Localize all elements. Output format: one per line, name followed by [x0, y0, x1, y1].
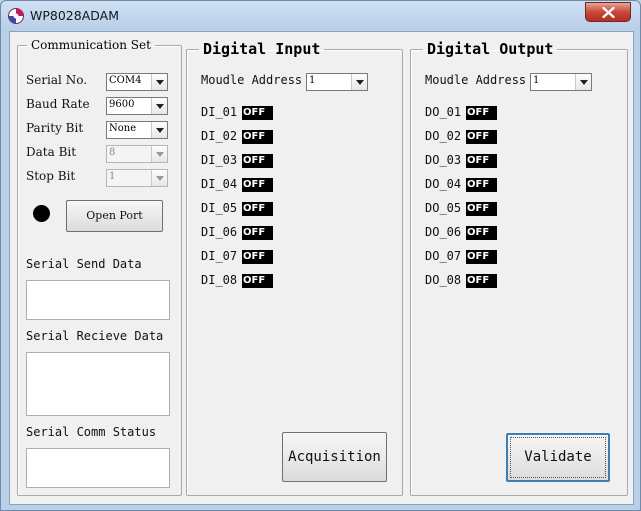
- port-status-indicator: [33, 205, 50, 222]
- open-port-button[interactable]: Open Port: [66, 200, 163, 232]
- baud-rate-label: Baud Rate: [26, 97, 90, 111]
- do-channel-label: DO_01: [425, 105, 462, 119]
- di-channel-state: OFF: [242, 178, 273, 192]
- do-channel-label: DO_07: [425, 249, 462, 263]
- do-channel-state[interactable]: OFF: [466, 202, 497, 216]
- data-bit-value: 8: [109, 147, 116, 158]
- do-channel-state[interactable]: OFF: [466, 226, 497, 240]
- do-channel-label: DO_06: [425, 225, 462, 239]
- di-channel-state: OFF: [242, 250, 273, 264]
- serial-no-select[interactable]: COM4: [106, 73, 168, 91]
- di-channel-state: OFF: [242, 202, 273, 216]
- di-module-address-value: 1: [309, 75, 316, 86]
- di-channel-label: DI_03: [201, 153, 238, 167]
- serial-send-data-label: Serial Send Data: [26, 257, 142, 271]
- di-channel-label: DI_08: [201, 273, 238, 287]
- window-title: WP8028ADAM: [30, 8, 120, 23]
- di-channel-label: DI_07: [201, 249, 238, 263]
- di-channel-label: DI_02: [201, 129, 238, 143]
- app-logo-icon: [8, 8, 24, 24]
- do-channel-state[interactable]: OFF: [466, 274, 497, 288]
- communication-set-legend: Communication Set: [31, 38, 151, 52]
- chevron-down-icon[interactable]: [151, 122, 167, 138]
- baud-rate-value: 9600: [109, 99, 135, 110]
- parity-bit-label: Parity Bit: [26, 121, 84, 135]
- stop-bit-label: Stop Bit: [26, 169, 76, 183]
- parity-bit-value: None: [109, 123, 137, 134]
- chevron-down-icon: [151, 146, 167, 162]
- do-channel-label: DO_04: [425, 177, 462, 191]
- client-area: Communication Set Serial No. COM4 Baud R…: [9, 31, 634, 505]
- do-channel-state[interactable]: OFF: [466, 250, 497, 264]
- stop-bit-value: 1: [109, 171, 116, 182]
- do-channel-state[interactable]: OFF: [466, 178, 497, 192]
- di-module-address-label: Moudle Address: [201, 73, 303, 87]
- serial-comm-status-label: Serial Comm Status: [26, 425, 157, 439]
- chevron-down-icon[interactable]: [575, 74, 591, 90]
- chevron-down-icon[interactable]: [351, 74, 367, 90]
- di-channel-state: OFF: [242, 130, 273, 144]
- baud-rate-select[interactable]: 9600: [106, 97, 168, 115]
- di-channel-label: DI_01: [201, 105, 238, 119]
- serial-comm-status-field[interactable]: [26, 448, 170, 488]
- do-channel-label: DO_05: [425, 201, 462, 215]
- serial-no-value: COM4: [109, 75, 142, 86]
- do-channel-state[interactable]: OFF: [466, 130, 497, 144]
- di-channel-label: DI_06: [201, 225, 238, 239]
- di-module-address-select[interactable]: 1: [306, 73, 368, 91]
- acquisition-button[interactable]: Acquisition: [282, 432, 387, 482]
- close-button[interactable]: [585, 2, 631, 22]
- di-channel-state: OFF: [242, 226, 273, 240]
- title-bar[interactable]: WP8028ADAM: [1, 1, 640, 31]
- chevron-down-icon[interactable]: [151, 98, 167, 114]
- do-channel-state[interactable]: OFF: [466, 154, 497, 168]
- di-channel-label: DI_04: [201, 177, 238, 191]
- serial-receive-data-field[interactable]: [26, 352, 170, 416]
- do-module-address-select[interactable]: 1: [530, 73, 592, 91]
- digital-output-legend: Digital Output: [427, 40, 554, 58]
- serial-no-label: Serial No.: [26, 73, 88, 87]
- serial-send-data-field[interactable]: [26, 280, 170, 320]
- do-channel-state[interactable]: OFF: [466, 106, 497, 120]
- chevron-down-icon[interactable]: [151, 74, 167, 90]
- digital-input-legend: Digital Input: [203, 40, 321, 58]
- app-window: WP8028ADAM Communication Set Serial No. …: [0, 0, 641, 511]
- do-channel-label: DO_02: [425, 129, 462, 143]
- di-channel-state: OFF: [242, 106, 273, 120]
- do-module-address-label: Moudle Address: [425, 73, 527, 87]
- di-channel-label: DI_05: [201, 201, 238, 215]
- data-bit-label: Data Bit: [26, 145, 77, 159]
- close-icon: [602, 7, 615, 18]
- data-bit-select: 8: [106, 145, 168, 163]
- di-channel-state: OFF: [242, 154, 273, 168]
- serial-receive-data-label: Serial Recieve Data: [26, 329, 164, 343]
- do-channel-label: DO_03: [425, 153, 462, 167]
- chevron-down-icon: [151, 170, 167, 186]
- do-channel-label: DO_08: [425, 273, 462, 287]
- parity-bit-select[interactable]: None: [106, 121, 168, 139]
- do-module-address-value: 1: [533, 75, 540, 86]
- validate-button[interactable]: Validate: [506, 433, 610, 482]
- stop-bit-select: 1: [106, 169, 168, 187]
- di-channel-state: OFF: [242, 274, 273, 288]
